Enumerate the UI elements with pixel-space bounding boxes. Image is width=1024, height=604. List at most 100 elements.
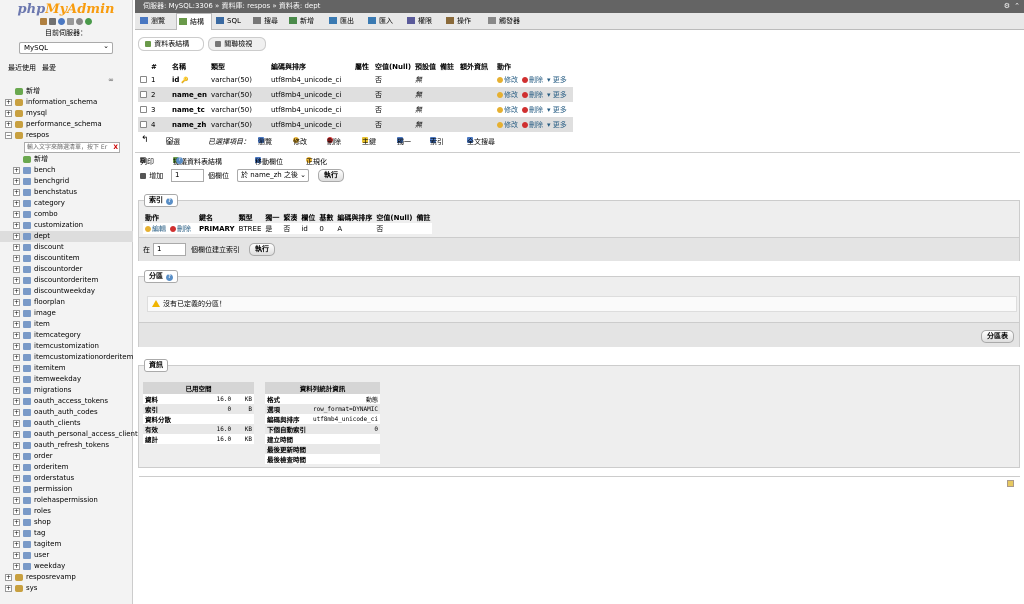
tree-item-itemcustomizationorderitem[interactable]: + itemcustomizationorderitem <box>0 352 133 363</box>
favorites-tab[interactable]: 最愛 <box>42 64 56 72</box>
expand-icon[interactable]: + <box>13 508 20 515</box>
tree-item-resposrevamp[interactable]: + resposrevamp <box>0 572 133 583</box>
subtab-table-structure[interactable]: 資料表結構 <box>138 37 204 51</box>
tree-item-roles[interactable]: + roles <box>0 506 133 517</box>
clear-filter-icon[interactable]: X <box>113 143 118 152</box>
add-columns-count-input[interactable]: 1 <box>171 169 204 182</box>
expand-icon[interactable]: + <box>13 365 20 372</box>
expand-icon[interactable]: + <box>13 332 20 339</box>
link-with-main-icon[interactable]: ∞ <box>108 76 114 84</box>
expand-icon[interactable]: + <box>13 277 20 284</box>
tree-item-customization[interactable]: + customization <box>0 220 133 231</box>
tree-item-itemcategory[interactable]: + itemcategory <box>0 330 133 341</box>
phpmyadmin-logo[interactable]: phpMyAdmin <box>0 2 132 17</box>
tree-item-discountorderitem[interactable]: + discountorderitem <box>0 275 133 286</box>
reload-icon[interactable] <box>85 18 92 25</box>
delete-column-button[interactable]: 刪除 <box>522 121 543 129</box>
edit-index-button[interactable]: 編輯 <box>145 225 166 233</box>
expand-icon[interactable]: + <box>13 464 20 471</box>
tab-5[interactable]: 匯出 <box>327 13 364 29</box>
expand-icon[interactable]: + <box>13 409 20 416</box>
expand-icon[interactable]: + <box>13 530 20 537</box>
recent-tab[interactable]: 最近使用 <box>8 64 36 72</box>
expand-icon[interactable]: + <box>5 585 12 592</box>
tree-item-floorplan[interactable]: + floorplan <box>0 297 133 308</box>
tree-item-oauth_refresh_tokens[interactable]: + oauth_refresh_tokens <box>0 440 133 451</box>
partition-table-button[interactable]: 分區表 <box>981 330 1014 343</box>
tree-item-mysql[interactable]: + mysql <box>0 108 133 119</box>
tree-item-new[interactable]: 新增 <box>0 86 133 97</box>
tree-item-image[interactable]: + image <box>0 308 133 319</box>
tab-0[interactable]: 瀏覽 <box>138 13 174 29</box>
tree-item-itemcustomization[interactable]: + itemcustomization <box>0 341 133 352</box>
tree-item-benchgrid[interactable]: + benchgrid <box>0 176 133 187</box>
expand-icon[interactable]: + <box>5 574 12 581</box>
expand-icon[interactable]: + <box>13 486 20 493</box>
tree-item-combo[interactable]: + combo <box>0 209 133 220</box>
expand-icon[interactable]: + <box>13 475 20 482</box>
tree-item-oauth_access_tokens[interactable]: + oauth_access_tokens <box>0 396 133 407</box>
tree-item-orderstatus[interactable]: + orderstatus <box>0 473 133 484</box>
expand-icon[interactable]: + <box>13 442 20 449</box>
add-columns-position-select[interactable]: 於 name_zh 之後 ⌄ <box>237 169 309 182</box>
subtab-relation-view[interactable]: 關聯檢視 <box>208 37 266 51</box>
tree-item-benchstatus[interactable]: + benchstatus <box>0 187 133 198</box>
expand-icon[interactable]: + <box>13 288 20 295</box>
docs-icon[interactable] <box>67 18 74 25</box>
expand-icon[interactable]: + <box>5 121 12 128</box>
tree-item-item[interactable]: + item <box>0 319 133 330</box>
tree-item-sys[interactable]: + sys <box>0 583 133 594</box>
tree-item-weekday[interactable]: + weekday <box>0 561 133 572</box>
tree-item-respos[interactable]: − respos <box>0 130 133 141</box>
tab-1[interactable]: 結構 <box>176 13 212 30</box>
expand-icon[interactable]: + <box>13 552 20 559</box>
more-actions-button[interactable]: ▾ 更多 <box>547 121 567 129</box>
tab-6[interactable]: 匯入 <box>366 13 403 29</box>
expand-icon[interactable]: + <box>13 497 20 504</box>
edit-column-button[interactable]: 修改 <box>497 106 518 114</box>
edit-column-button[interactable]: 修改 <box>497 91 518 99</box>
expand-icon[interactable]: + <box>13 200 20 207</box>
tree-item-tag[interactable]: + tag <box>0 528 133 539</box>
expand-icon[interactable]: + <box>13 519 20 526</box>
tree-item-shop[interactable]: + shop <box>0 517 133 528</box>
console-icon[interactable] <box>1007 480 1014 487</box>
expand-icon[interactable]: + <box>13 178 20 185</box>
help-icon[interactable]: ? <box>166 198 173 205</box>
tree-item-new[interactable]: 新增 <box>0 154 133 165</box>
tree-item-discountweekday[interactable]: + discountweekday <box>0 286 133 297</box>
help-icon[interactable] <box>58 18 65 25</box>
expand-icon[interactable]: + <box>13 376 20 383</box>
row-checkbox[interactable] <box>140 75 147 83</box>
expand-icon[interactable]: + <box>13 398 20 405</box>
more-actions-button[interactable]: ▾ 更多 <box>547 76 567 84</box>
breadcrumb-database[interactable]: 資料庫: respos <box>222 2 271 10</box>
logout-icon[interactable] <box>49 18 56 25</box>
breadcrumb-table[interactable]: 資料表: dept <box>279 2 321 10</box>
delete-column-button[interactable]: 刪除 <box>522 91 543 99</box>
tab-2[interactable]: SQL <box>214 13 249 29</box>
tree-item-oauth_personal_access_clients[interactable]: + oauth_personal_access_clients <box>0 429 141 440</box>
collapse-icon[interactable]: − <box>5 132 12 139</box>
tree-item-oauth_auth_codes[interactable]: + oauth_auth_codes <box>0 407 133 418</box>
tree-item-rolehaspermission[interactable]: + rolehaspermission <box>0 495 133 506</box>
create-index-count-input[interactable]: 1 <box>153 243 186 256</box>
gear-icon[interactable]: ⚙ <box>1004 0 1010 13</box>
tab-8[interactable]: 操作 <box>444 13 484 29</box>
expand-icon[interactable]: + <box>13 321 20 328</box>
expand-icon[interactable]: + <box>13 420 20 427</box>
collapse-icon[interactable]: ⌃ <box>1014 0 1020 13</box>
expand-icon[interactable]: + <box>13 255 20 262</box>
tree-item-oauth_clients[interactable]: + oauth_clients <box>0 418 133 429</box>
edit-column-button[interactable]: 修改 <box>497 76 518 84</box>
add-columns-go-button[interactable]: 執行 <box>318 169 344 182</box>
help-icon[interactable]: ? <box>176 157 183 164</box>
expand-icon[interactable]: + <box>13 299 20 306</box>
tree-item-performance_schema[interactable]: + performance_schema <box>0 119 133 130</box>
expand-icon[interactable]: + <box>13 387 20 394</box>
expand-icon[interactable]: + <box>5 99 12 106</box>
expand-icon[interactable]: + <box>13 354 20 361</box>
edit-column-button[interactable]: 修改 <box>497 121 518 129</box>
help-icon[interactable]: ? <box>166 274 173 281</box>
breadcrumb-server[interactable]: 伺服器: MySQL:3306 <box>143 2 213 10</box>
